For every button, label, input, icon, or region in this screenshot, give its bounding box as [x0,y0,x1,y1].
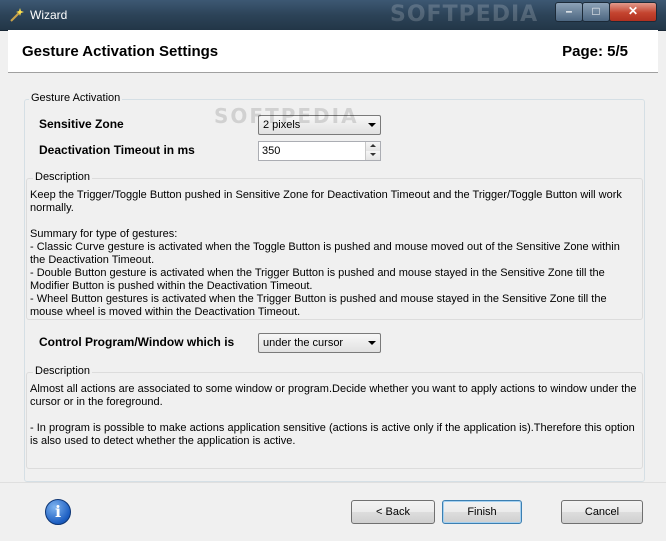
control-program-label: Control Program/Window which is [39,335,235,349]
page-indicator: Page: 5/5 [562,43,628,60]
chevron-down-icon [368,123,376,127]
minimize-icon: – [565,4,573,18]
deactivation-timeout-label: Deactivation Timeout in ms [39,143,195,157]
content-watermark: SOFTPEDIA [214,104,359,128]
minimize-button[interactable]: – [555,2,583,22]
title-bar: Wizard SOFTPEDIA – □ ✕ [0,0,666,31]
gesture-activation-legend: Gesture Activation [29,92,123,104]
description-legend: Description [33,171,93,183]
title-watermark: SOFTPEDIA [390,2,539,27]
page-title: Gesture Activation Settings [22,43,219,60]
description-text: Almost all actions are associated to som… [30,383,637,447]
maximize-button[interactable]: □ [582,2,610,22]
deactivation-timeout-stepper[interactable]: 350 [258,141,381,161]
wizard-wand-icon [10,8,24,22]
cancel-button[interactable]: Cancel [561,500,643,524]
close-button[interactable]: ✕ [609,2,657,22]
wizard-header: Gesture Activation Settings Page: 5/5 [8,30,658,73]
info-icon[interactable]: i [45,499,71,525]
content-panel: Gesture Activation Sensitive Zone 2 pixe… [8,73,658,482]
window-title: Wizard [30,8,68,22]
finish-button[interactable]: Finish [442,500,522,524]
description-box-control: Description Almost all actions are assoc… [26,365,643,469]
control-program-value: under the cursor [263,337,344,349]
deactivation-timeout-value: 350 [262,145,281,157]
description-legend: Description [33,365,93,377]
chevron-down-icon [368,341,376,345]
control-program-dropdown[interactable]: under the cursor [258,333,381,353]
sensitive-zone-label: Sensitive Zone [39,117,124,131]
stepper-down-button[interactable] [366,151,380,160]
maximize-icon: □ [592,4,600,18]
close-icon: ✕ [627,4,639,18]
description-text: Keep the Trigger/Toggle Button pushed in… [30,189,622,318]
description-box-gestures: Description Keep the Trigger/Toggle Butt… [26,171,643,320]
back-button[interactable]: < Back [351,500,435,524]
stepper-buttons [365,142,380,160]
